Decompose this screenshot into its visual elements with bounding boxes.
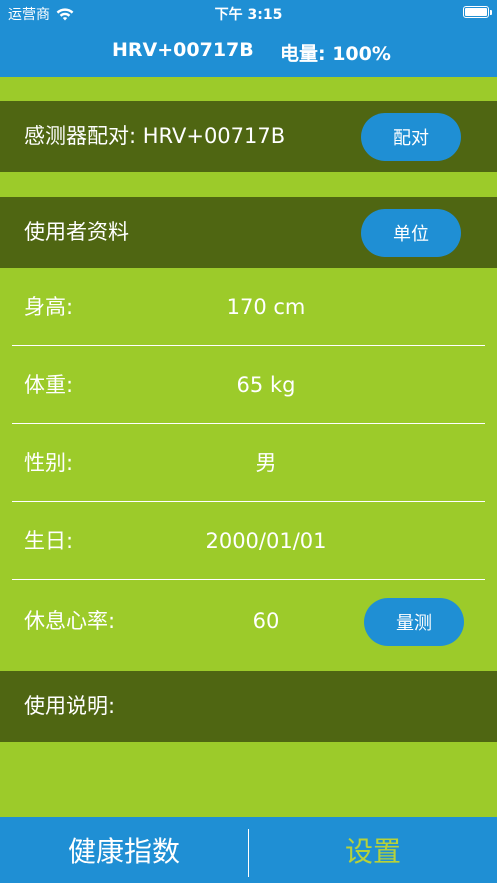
battery-icon [463, 6, 489, 18]
resting-heart-rate-value: 60 [252, 609, 280, 633]
instructions-label: 使用说明: [24, 694, 116, 718]
height-label: 身高: [24, 295, 74, 319]
status-time: 下午 3:15 [214, 7, 283, 23]
profile-title: 使用者资料 [24, 220, 129, 244]
header-battery-level: 电量: 100% [280, 43, 391, 65]
pair-button[interactable]: 配对 [361, 113, 461, 161]
pairing-label: 感测器配对: HRV+00717B [24, 124, 286, 148]
birthday-label: 生日: [24, 529, 74, 553]
gender-row[interactable]: 性别: 男 [0, 424, 497, 502]
height-row[interactable]: 身高: 170 cm [0, 268, 497, 346]
battery-tip [490, 10, 492, 15]
weight-label: 体重: [24, 373, 74, 397]
tab-settings[interactable]: 设置 [249, 817, 497, 883]
app-header: 运营商 下午 3:15 HRV+00717B 电量: 100% [0, 0, 497, 77]
measure-button[interactable]: 量测 [364, 598, 464, 646]
weight-value[interactable]: 65 kg [166, 346, 366, 424]
row-divider [12, 579, 485, 580]
instructions-section[interactable]: 使用说明: [0, 671, 497, 742]
pairing-section: 感测器配对: HRV+00717B 配对 [0, 101, 497, 172]
weight-row[interactable]: 体重: 65 kg [0, 346, 497, 424]
header-device-id: HRV+00717B [112, 39, 254, 61]
resting-heart-rate-row: 休息心率: 60 量测 [0, 582, 497, 660]
birthday-value[interactable]: 2000/01/01 [166, 502, 366, 580]
bottom-tab-bar: 健康指数 设置 [0, 817, 497, 883]
height-value[interactable]: 170 cm [166, 268, 366, 346]
unit-button[interactable]: 单位 [361, 209, 461, 257]
birthday-row[interactable]: 生日: 2000/01/01 [0, 502, 497, 580]
tab-health-index[interactable]: 健康指数 [0, 817, 248, 883]
profile-section-header: 使用者资料 单位 [0, 197, 497, 268]
gender-label: 性别: [24, 451, 74, 475]
resting-heart-rate-label: 休息心率: [24, 609, 116, 633]
gender-value[interactable]: 男 [166, 424, 366, 502]
